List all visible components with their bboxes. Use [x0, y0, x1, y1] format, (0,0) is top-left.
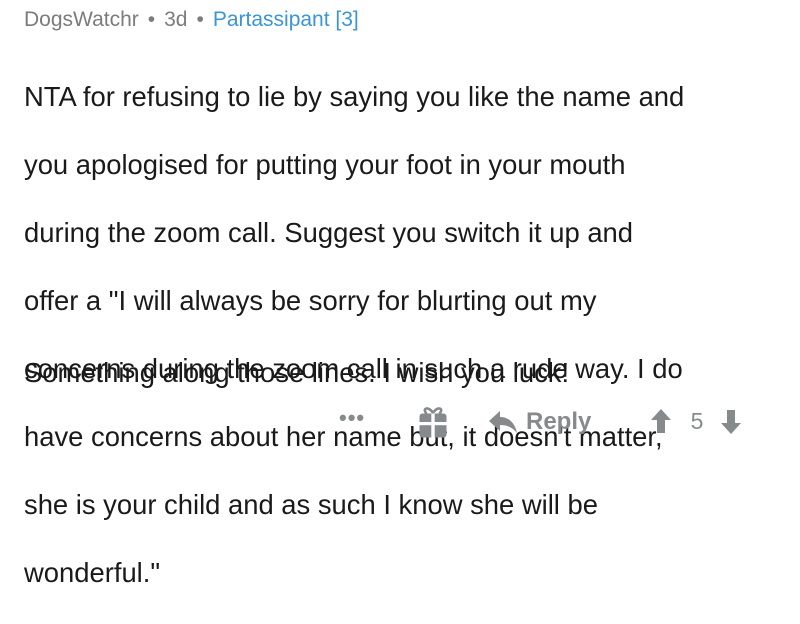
comment-line: NTA for refusing to lie by saying you li…: [24, 81, 685, 112]
comment-line: you apologised for putting your foot in …: [24, 149, 626, 180]
meta-separator: •: [147, 8, 156, 31]
more-options-button[interactable]: •••: [339, 406, 371, 436]
gift-award-button[interactable]: [418, 404, 448, 440]
comment-age[interactable]: 3d: [164, 8, 187, 31]
reply-arrow-icon: [489, 411, 517, 433]
comment-body: NTA for refusing to lie by saying you li…: [24, 46, 774, 624]
comment-second-paragraph: Something along those lines. I wish you …: [24, 357, 570, 388]
gift-icon: [419, 407, 447, 438]
comment-line: wonderful.": [24, 557, 161, 588]
comment-actions: ••• Reply 5: [24, 402, 784, 442]
comment-line: offer a "I will always be sorry for blur…: [24, 285, 597, 316]
reply-button[interactable]: Reply: [488, 404, 591, 440]
user-flair: Partassipant [3]: [212, 8, 359, 31]
comment-line: she is your child and as such I know she…: [24, 489, 598, 520]
vote-score: 5: [690, 408, 704, 434]
comment-meta: DogsWatchr • 3d • Partassipant [3]: [24, 6, 359, 34]
comment-line: during the zoom call. Suggest you switch…: [24, 217, 634, 248]
reply-label: Reply: [526, 408, 592, 435]
arrow-down-icon: [721, 410, 741, 434]
meta-separator: •: [196, 8, 204, 31]
comment: DogsWatchr • 3d • Partassipant [3] NTA for r…: [24, 0, 784, 588]
arrow-up-icon: [651, 409, 671, 433]
author-name[interactable]: DogsWatchr: [24, 8, 139, 31]
downvote-button[interactable]: [720, 409, 742, 435]
upvote-button[interactable]: [650, 408, 672, 434]
